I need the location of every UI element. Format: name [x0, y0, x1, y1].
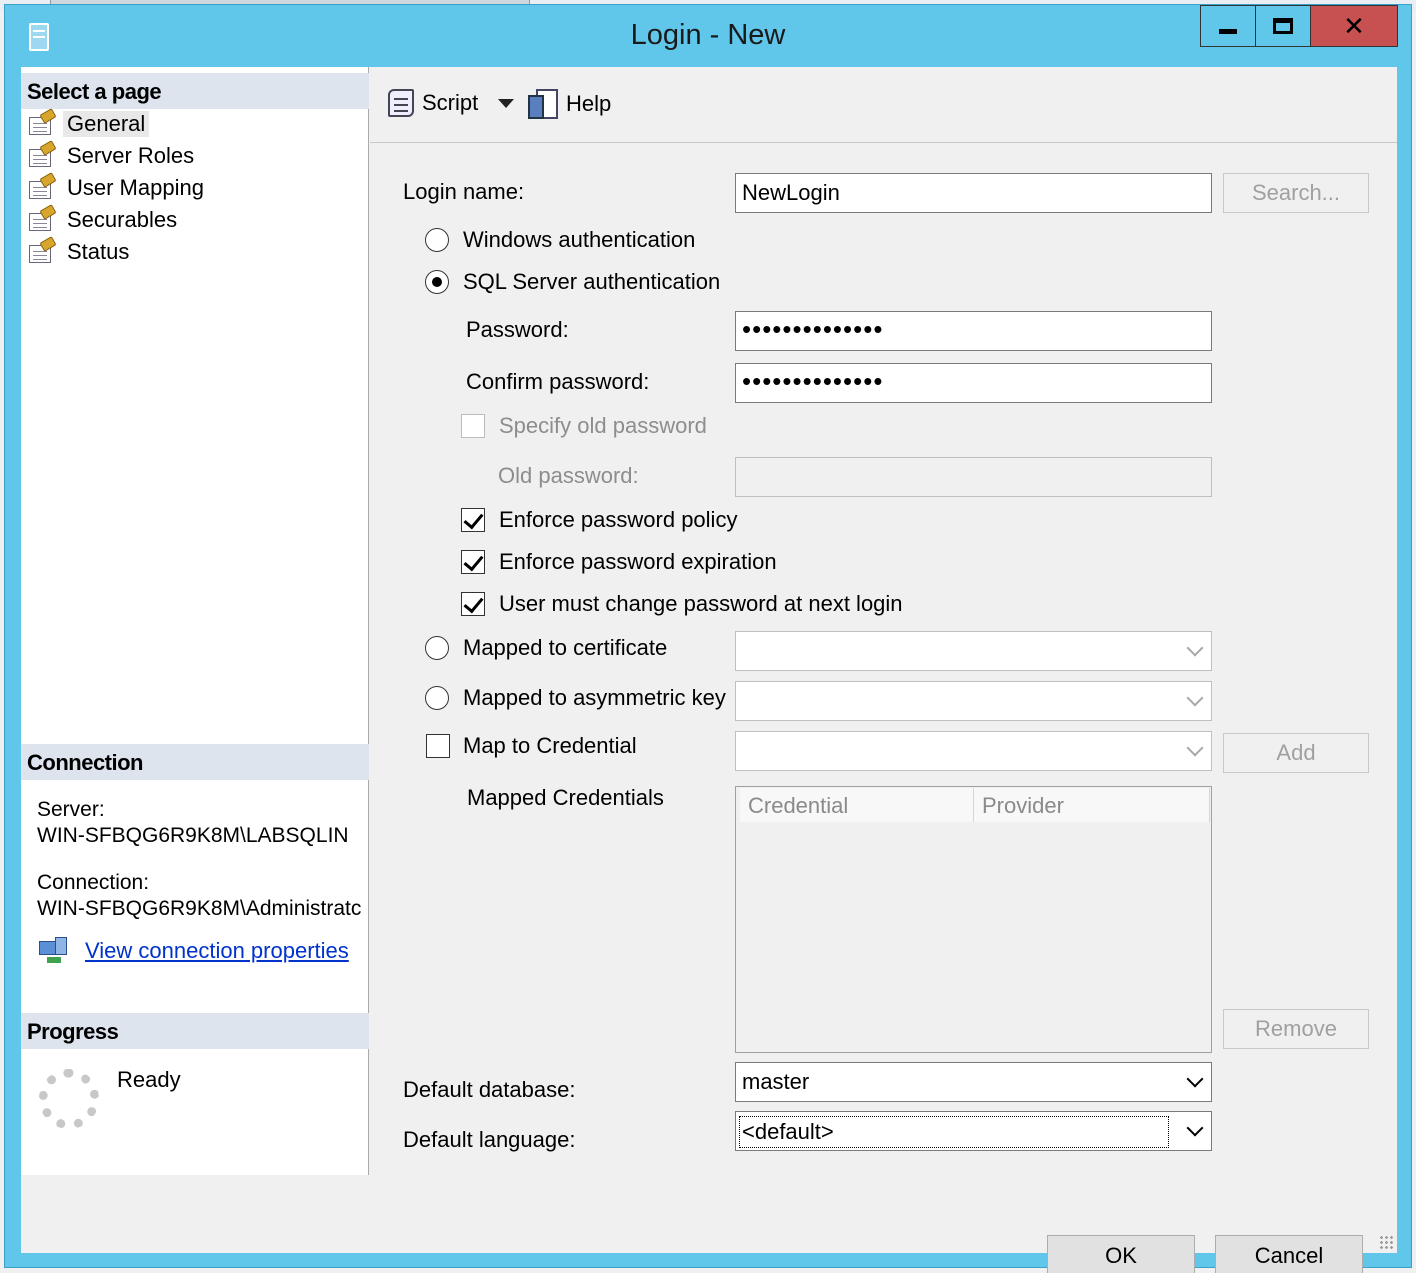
mapped-cert-label[interactable]: Mapped to certificate — [463, 635, 667, 661]
mapped-credentials-label: Mapped Credentials — [467, 785, 664, 810]
help-button[interactable]: Help — [528, 87, 611, 121]
dialog-client-area: Select a page General Server Roles User … — [21, 67, 1397, 1273]
confirm-password-input[interactable]: •••••••••••••• — [735, 363, 1212, 403]
remove-credential-button[interactable]: Remove — [1223, 1009, 1369, 1049]
default-language-select[interactable]: <default> — [735, 1111, 1212, 1151]
page-item-status[interactable]: Status — [27, 236, 130, 267]
grid-column-credential[interactable]: Credential — [740, 788, 974, 822]
minimize-button[interactable] — [1200, 5, 1256, 47]
chevron-down-icon — [1186, 639, 1204, 657]
credential-select[interactable] — [735, 731, 1212, 771]
page-settings-icon — [27, 172, 57, 201]
chevron-down-icon — [1186, 689, 1204, 707]
mapped-asym-key-radio[interactable] — [425, 686, 449, 710]
asymmetric-key-select[interactable] — [735, 681, 1212, 721]
script-icon — [386, 87, 416, 119]
close-icon: ✕ — [1343, 10, 1365, 41]
server-value: WIN-SFBQG6R9K8M\LABSQLIN — [37, 824, 349, 847]
page-settings-icon — [27, 108, 57, 137]
mapped-asym-key-label[interactable]: Mapped to asymmetric key — [463, 685, 726, 711]
default-language-value: <default> — [739, 1116, 1169, 1148]
enforce-expiration-label[interactable]: Enforce password expiration — [499, 549, 777, 575]
page-settings-icon — [27, 236, 57, 265]
enforce-policy-label[interactable]: Enforce password policy — [499, 507, 737, 533]
cancel-button[interactable]: Cancel — [1215, 1235, 1363, 1273]
login-name-input[interactable]: NewLogin — [735, 173, 1212, 213]
ok-button[interactable]: OK — [1047, 1235, 1195, 1273]
default-language-label: Default language: — [403, 1127, 576, 1152]
map-credential-checkbox[interactable] — [426, 734, 450, 758]
must-change-label[interactable]: User must change password at next login — [499, 591, 903, 617]
sql-auth-radio[interactable] — [425, 270, 449, 294]
specify-old-password-label: Specify old password — [499, 413, 707, 438]
default-database-value: master — [742, 1069, 810, 1094]
page-item-label: User Mapping — [67, 175, 204, 200]
search-button[interactable]: Search... — [1223, 173, 1369, 213]
view-connection-properties-link[interactable]: View connection properties — [85, 938, 349, 964]
dropdown-arrow-icon — [498, 99, 514, 108]
page-item-label: General — [63, 111, 150, 137]
help-icon — [528, 87, 560, 121]
progress-status: Ready — [117, 1067, 181, 1092]
script-dropdown-button[interactable] — [476, 99, 514, 108]
help-label: Help — [566, 91, 612, 116]
maximize-icon — [1273, 18, 1293, 34]
old-password-label: Old password: — [498, 463, 639, 488]
view-connection-row: View connection properties — [39, 937, 349, 965]
select-page-header: Select a page — [21, 73, 369, 109]
resize-grip-icon[interactable] — [1379, 1235, 1393, 1249]
certificate-select[interactable] — [735, 631, 1212, 671]
enforce-expiration-checkbox[interactable] — [461, 550, 485, 574]
progress-header: Progress — [21, 1013, 369, 1049]
mapped-cert-radio[interactable] — [425, 636, 449, 660]
minimize-icon — [1219, 28, 1237, 34]
page-settings-icon — [27, 140, 57, 169]
mapped-credentials-grid[interactable]: Credential Provider — [735, 786, 1212, 1053]
page-item-user-mapping[interactable]: User Mapping — [27, 172, 204, 203]
page-item-securables[interactable]: Securables — [27, 204, 178, 235]
login-name-label: Login name: — [403, 179, 525, 204]
must-change-checkbox[interactable] — [461, 592, 485, 616]
specify-old-password-checkbox[interactable] — [461, 414, 485, 438]
connection-header: Connection — [21, 744, 369, 780]
connection-label: Connection: — [37, 871, 150, 894]
page-item-label: Securables — [67, 207, 178, 232]
page-item-label: Server Roles — [67, 143, 195, 168]
page-item-general[interactable]: General — [27, 108, 150, 139]
windows-auth-label[interactable]: Windows authentication — [463, 227, 695, 253]
password-label: Password: — [466, 317, 569, 342]
grid-column-provider[interactable]: Provider — [974, 788, 1210, 822]
server-label: Server: — [37, 798, 105, 821]
toolbar: Script Help — [370, 67, 1397, 143]
page-settings-icon — [27, 204, 57, 233]
default-database-select[interactable]: master — [735, 1062, 1212, 1102]
login-new-dialog: Login - New ✕ Select a page General Serv… — [4, 4, 1412, 1273]
windows-auth-radio[interactable] — [425, 228, 449, 252]
progress-spinner-icon — [39, 1069, 99, 1129]
title-bar[interactable]: Login - New ✕ — [5, 5, 1411, 67]
script-button[interactable]: Script — [386, 87, 478, 119]
old-password-input[interactable] — [735, 457, 1212, 497]
chevron-down-icon — [1186, 1119, 1204, 1137]
add-credential-button[interactable]: Add — [1223, 733, 1369, 773]
left-panel: Select a page General Server Roles User … — [21, 67, 369, 1175]
confirm-password-label: Confirm password: — [466, 369, 650, 394]
script-label: Script — [422, 90, 479, 115]
chevron-down-icon — [1186, 1070, 1204, 1088]
enforce-policy-checkbox[interactable] — [461, 508, 485, 532]
grid-header: Credential Provider — [740, 788, 1210, 822]
connection-value: WIN-SFBQG6R9K8M\Administratc — [37, 897, 362, 920]
sql-auth-label[interactable]: SQL Server authentication — [463, 269, 720, 295]
page-item-server-roles[interactable]: Server Roles — [27, 140, 195, 171]
password-input[interactable]: •••••••••••••• — [735, 311, 1212, 351]
connection-properties-icon — [39, 937, 71, 965]
chevron-down-icon — [1186, 739, 1204, 757]
default-database-label: Default database: — [403, 1077, 576, 1102]
maximize-button[interactable] — [1255, 5, 1311, 47]
page-item-label: Status — [67, 239, 130, 264]
close-button[interactable]: ✕ — [1310, 5, 1398, 47]
general-page-panel: Script Help Login name: NewLogin Search.… — [370, 67, 1397, 1175]
map-credential-label[interactable]: Map to Credential — [463, 733, 637, 759]
